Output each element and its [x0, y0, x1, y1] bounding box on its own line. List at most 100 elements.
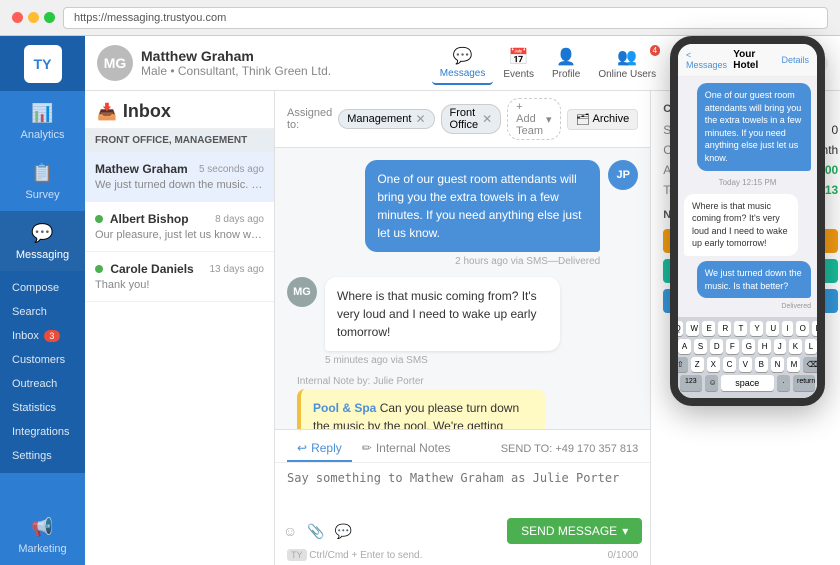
nav-online-users-btn[interactable]: 4 👥 Online Users — [590, 43, 664, 84]
reply-tab-notes[interactable]: ✏ Internal Notes — [352, 436, 461, 462]
send-chevron-icon: ▾ — [622, 524, 628, 538]
sidebar-item-survey[interactable]: 📋 Survey — [0, 151, 85, 211]
attach-icon[interactable]: 📎 — [307, 523, 324, 540]
phone-mockup: < Messages Your Hotel Details One of our… — [670, 36, 825, 406]
close-dot[interactable] — [12, 12, 23, 23]
key-j[interactable]: J — [774, 339, 786, 354]
sidebar-sub-statistics[interactable]: Statistics — [0, 396, 85, 420]
tag-front-office[interactable]: Front Office ✕ — [441, 104, 502, 134]
sidebar-item-marketing[interactable]: 📢 Marketing — [0, 505, 85, 565]
sidebar-sub-integrations[interactable]: Integrations — [0, 420, 85, 444]
key-l[interactable]: L — [805, 339, 817, 354]
send-button[interactable]: SEND MESSAGE ▾ — [507, 518, 642, 544]
key-c[interactable]: C — [723, 357, 736, 372]
key-x[interactable]: X — [707, 357, 720, 372]
key-a[interactable]: A — [678, 339, 691, 354]
msg-bubble-3: Pool & Spa Can you please turn down the … — [297, 389, 545, 429]
keyboard-hint: TY Ctrl/Cmd + Enter to send. — [287, 550, 422, 561]
key-shift[interactable]: ⇧ — [673, 357, 688, 372]
sidebar-sub-inbox[interactable]: Inbox 3 — [0, 324, 85, 348]
msg-avatar-1: JP — [608, 160, 638, 190]
message-toolbar: Assigned to: Management ✕ Front Office ✕… — [275, 91, 650, 148]
conv-name-carole: Carole Daniels — [95, 262, 194, 276]
online-users-badge: 4 — [650, 45, 660, 56]
key-t[interactable]: T — [734, 321, 747, 336]
key-v[interactable]: V — [739, 357, 752, 372]
key-u[interactable]: U — [766, 321, 779, 336]
key-k[interactable]: K — [789, 339, 802, 354]
key-q[interactable]: Q — [670, 321, 683, 336]
reply-input[interactable] — [287, 471, 638, 506]
key-r[interactable]: R — [718, 321, 731, 336]
key-period[interactable]: · — [777, 375, 790, 391]
send-to: SEND TO: +49 170 357 813 — [501, 443, 639, 455]
emoji-icon[interactable]: ☺ — [283, 523, 297, 540]
nav-messages-btn[interactable]: 💬 Messages — [432, 42, 494, 85]
key-g[interactable]: G — [742, 339, 755, 354]
key-p[interactable]: P — [812, 321, 825, 336]
tag-management[interactable]: Management ✕ — [338, 109, 434, 129]
phone-delivered: Delivered — [684, 303, 811, 310]
key-z[interactable]: Z — [691, 357, 704, 372]
key-m[interactable]: M — [787, 357, 800, 372]
key-e[interactable]: E — [702, 321, 715, 336]
key-i[interactable]: I — [782, 321, 792, 336]
phone-msg-1: One of our guest room attendants will br… — [697, 83, 811, 171]
archive-button[interactable]: 🗂 Archive — [567, 109, 639, 130]
phone-msg-3: We just turned down the music. Is that b… — [697, 261, 811, 298]
sidebar-item-messaging[interactable]: 💬 Messaging — [0, 211, 85, 271]
sidebar-sub-compose[interactable]: Compose — [0, 276, 85, 300]
remove-management-tag[interactable]: ✕ — [415, 112, 425, 126]
key-d[interactable]: D — [710, 339, 723, 354]
profile-nav-icon: 👤 — [556, 47, 576, 67]
conv-status-carole — [95, 265, 103, 273]
key-h[interactable]: H — [758, 339, 771, 354]
conv-status-albert — [95, 215, 103, 223]
conv-item-matthew[interactable]: Mathew Graham 5 seconds ago We just turn… — [85, 152, 274, 202]
keyboard-row-2: A S D F G H J K L — [680, 339, 815, 354]
template-icon[interactable]: 💬 — [335, 523, 352, 540]
conv-item-carole[interactable]: Carole Daniels 13 days ago Thank you! — [85, 252, 274, 302]
sidebar-sub-customers[interactable]: Customers — [0, 348, 85, 372]
minimize-dot[interactable] — [28, 12, 39, 23]
conv-time-matthew: 5 seconds ago — [199, 164, 264, 175]
keyboard-row-1: Q W E R T Y U I O P — [680, 321, 815, 336]
key-n[interactable]: N — [771, 357, 784, 372]
sidebar-sub-search[interactable]: Search — [0, 300, 85, 324]
conv-header-matthew: Mathew Graham 5 seconds ago — [95, 162, 264, 176]
key-space[interactable]: space — [721, 375, 774, 391]
url-bar[interactable]: https://messaging.trustyou.com — [63, 7, 828, 29]
sidebar-sub-settings[interactable]: Settings — [0, 444, 85, 468]
nav-profile-btn[interactable]: 👤 Profile — [544, 43, 588, 84]
key-y[interactable]: Y — [750, 321, 763, 336]
msg-bubble-1: One of our guest room attendants will br… — [365, 160, 600, 252]
key-123[interactable]: 123 — [680, 375, 702, 391]
key-s[interactable]: S — [694, 339, 707, 354]
reply-tabs: ↩ Reply ✏ Internal Notes SEND TO: +49 17… — [275, 430, 650, 463]
nav-events-btn[interactable]: 📅 Events — [495, 43, 542, 84]
reply-area: ↩ Reply ✏ Internal Notes SEND TO: +49 17… — [275, 429, 650, 565]
key-emoji[interactable]: ☺ — [705, 375, 718, 391]
messages-scroll[interactable]: JP One of our guest room attendants will… — [275, 148, 650, 429]
key-f[interactable]: F — [726, 339, 739, 354]
note-bold-3: Pool & Spa — [313, 401, 376, 415]
contact-sub: Male • Consultant, Think Green Ltd. — [141, 64, 331, 78]
analytics-icon: 📊 — [31, 101, 55, 125]
phone-detail[interactable]: Details — [781, 55, 809, 65]
key-return[interactable]: return — [793, 375, 815, 391]
maximize-dot[interactable] — [44, 12, 55, 23]
conv-preview-carole: Thank you! — [95, 279, 264, 291]
key-w[interactable]: W — [686, 321, 699, 336]
key-b[interactable]: B — [755, 357, 768, 372]
reply-tab-reply[interactable]: ↩ Reply — [287, 436, 352, 462]
add-team-button[interactable]: + Add Team ▾ — [507, 98, 560, 140]
dropdown-icon: ▾ — [546, 113, 552, 126]
sidebar-sub-outreach[interactable]: Outreach — [0, 372, 85, 396]
sidebar-item-analytics[interactable]: 📊 Analytics — [0, 91, 85, 151]
key-o[interactable]: O — [796, 321, 809, 336]
key-delete[interactable]: ⌫ — [803, 357, 822, 372]
conv-item-albert[interactable]: Albert Bishop 8 days ago Our pleasure, j… — [85, 202, 274, 252]
phone-back[interactable]: < Messages — [686, 50, 733, 70]
browser-dots — [12, 12, 55, 23]
remove-frontoffice-tag[interactable]: ✕ — [482, 112, 492, 126]
